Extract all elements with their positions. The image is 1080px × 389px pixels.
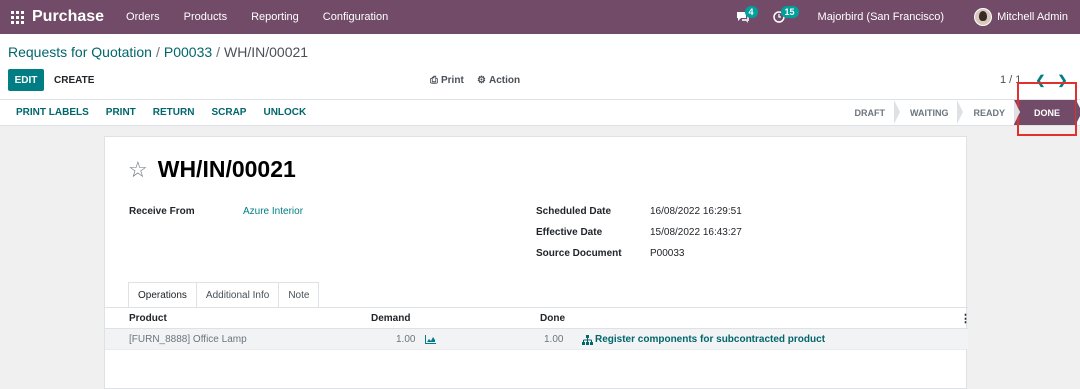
breadcrumb-item-rfq[interactable]: Requests for Quotation [8, 44, 152, 60]
menu-configuration[interactable]: Configuration [323, 11, 388, 23]
apps-menu-icon[interactable] [0, 0, 34, 34]
print-dropdown[interactable]: ⎙ Print [430, 69, 464, 91]
source-document-label: Source Document [536, 248, 622, 259]
stage-waiting: WAITING [894, 100, 963, 125]
activities-badge: 15 [780, 6, 799, 18]
scrap-button[interactable]: SCRAP [211, 107, 246, 118]
top-navbar: Purchase Orders Products Reporting Confi… [0, 0, 1080, 34]
highlight-annotation [1017, 82, 1077, 136]
breadcrumb-separator: / [155, 44, 160, 60]
effective-date-value: 15/08/2022 16:43:27 [650, 227, 742, 238]
avatar[interactable] [974, 8, 993, 26]
statusbar: PRINT LABELS PRINT RETURN SCRAP UNLOCK D… [0, 99, 1080, 125]
source-document-value: P00033 [650, 248, 685, 259]
row-done: 1.00 [544, 334, 564, 345]
record-title: WH/IN/00021 [157, 156, 296, 182]
company-switcher[interactable]: Majorbird (San Francisco) [818, 11, 945, 23]
menu-reporting[interactable]: Reporting [251, 11, 299, 23]
register-components-button[interactable]: Register components for subcontracted pr… [582, 329, 825, 350]
receive-from-label: Receive From [129, 206, 195, 217]
forecast-chart-icon[interactable] [425, 329, 436, 350]
column-product[interactable]: Product [129, 308, 167, 329]
stage-draft: DRAFT [838, 100, 900, 125]
messages-systray[interactable]: 4 [730, 0, 758, 34]
stage-ready: READY [957, 100, 1020, 125]
messages-badge: 4 [744, 6, 758, 18]
table-header: Product Demand Done ⋮ [105, 308, 971, 329]
column-done[interactable]: Done [540, 308, 565, 329]
table-row[interactable]: [FURN_8888] Office Lamp 1.00 1.00 Regist… [105, 329, 968, 350]
breadcrumb: Requests for Quotation / P00033 / WH/IN/… [8, 44, 308, 60]
app-name[interactable]: Purchase [32, 8, 104, 26]
gear-icon: ⚙ [477, 74, 486, 86]
edit-button[interactable]: EDIT [8, 69, 44, 91]
create-button[interactable]: CREATE [54, 69, 94, 91]
star-icon[interactable]: ☆ [128, 157, 148, 183]
column-options-icon[interactable]: ⋮ [960, 308, 971, 329]
printer-icon: ⎙ [430, 74, 438, 86]
menu-products[interactable]: Products [184, 11, 227, 23]
unlock-button[interactable]: UNLOCK [263, 107, 306, 118]
form-sheet: ☆ WH/IN/00021 Receive From Azure Interio… [104, 136, 971, 389]
register-components-label: Register components for subcontracted pr… [595, 334, 826, 345]
control-panel: Requests for Quotation / P00033 / WH/IN/… [0, 34, 1080, 126]
user-menu[interactable]: Mitchell Admin [997, 11, 1068, 23]
receive-from-value[interactable]: Azure Interior [243, 206, 303, 217]
print-button[interactable]: PRINT [106, 107, 136, 118]
tab-operations[interactable]: Operations [128, 282, 197, 308]
print-labels-button[interactable]: PRINT LABELS [16, 107, 89, 118]
notebook-tabs: Operations Additional Info Note [128, 282, 320, 308]
tab-note[interactable]: Note [279, 282, 320, 308]
effective-date-label: Effective Date [536, 227, 603, 238]
breadcrumb-item-po[interactable]: P00033 [164, 44, 212, 60]
tab-additional-info[interactable]: Additional Info [196, 282, 280, 308]
action-dropdown[interactable]: ⚙ Action [477, 69, 520, 91]
scheduled-date-label: Scheduled Date [536, 206, 612, 217]
breadcrumb-separator: / [216, 44, 221, 60]
menu-orders[interactable]: Orders [126, 11, 160, 23]
column-demand[interactable]: Demand [371, 308, 410, 329]
print-label: Print [441, 74, 464, 86]
activities-systray[interactable]: 15 [766, 0, 799, 34]
return-button[interactable]: RETURN [153, 107, 195, 118]
row-product: [FURN_8888] Office Lamp [129, 334, 247, 345]
breadcrumb-current: WH/IN/00021 [224, 44, 309, 60]
sitemap-icon [582, 334, 593, 345]
main-menu: Orders Products Reporting Configuration [126, 11, 412, 23]
action-label: Action [488, 74, 521, 86]
row-demand: 1.00 [396, 334, 416, 345]
scheduled-date-value: 16/08/2022 16:29:51 [650, 206, 742, 217]
